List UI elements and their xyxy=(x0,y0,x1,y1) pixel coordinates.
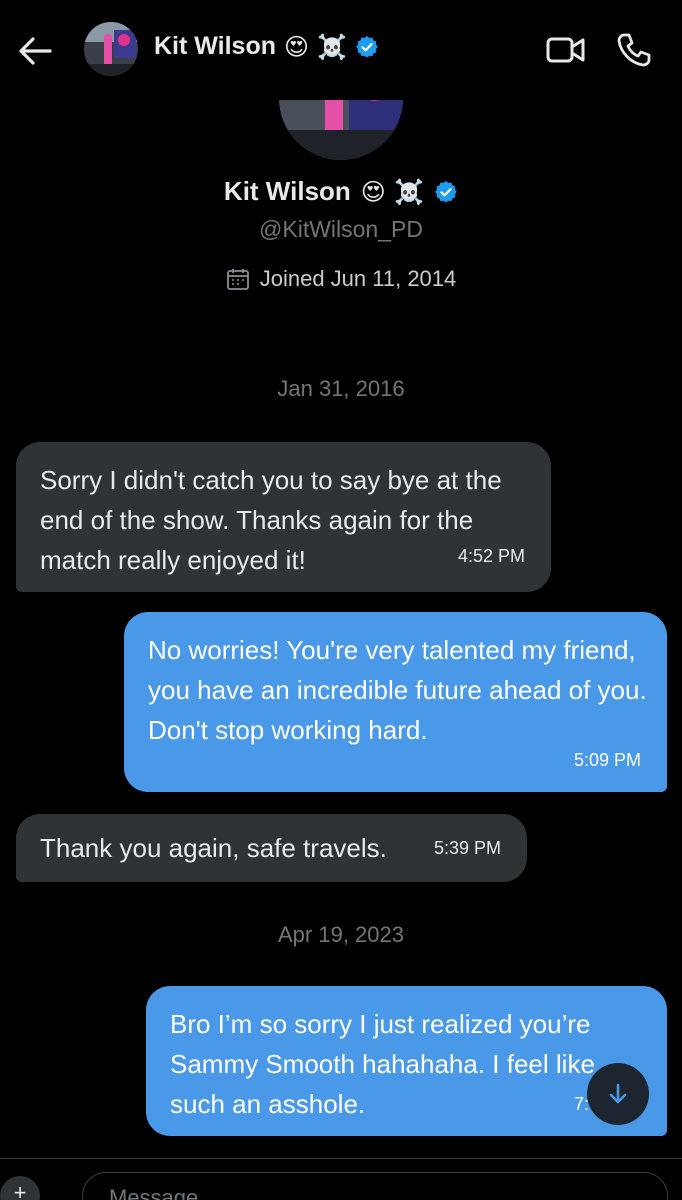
message-time: 5:39 PM xyxy=(433,838,501,858)
add-attachment-button[interactable]: + xyxy=(0,1176,40,1200)
message-text: Sorry I didn't catch you to say bye at t… xyxy=(40,465,502,575)
back-button[interactable] xyxy=(14,30,56,72)
profile-name[interactable]: Kit Wilson 😍 ☠️ xyxy=(0,176,682,207)
video-camera-icon xyxy=(546,37,585,63)
message-bubble-received[interactable]: Sorry I didn't catch you to say bye at t… xyxy=(16,442,551,592)
conversation-header: Kit Wilson 😍 ☠️ xyxy=(0,0,682,100)
scroll-to-bottom-button[interactable] xyxy=(587,1063,649,1125)
voice-call-button[interactable] xyxy=(616,32,652,73)
date-separator: Jan 31, 2016 xyxy=(277,376,405,401)
back-arrow-icon xyxy=(19,37,52,65)
header-contact-name[interactable]: Kit Wilson 😍 ☠️ xyxy=(154,32,379,61)
profile-joined: Joined Jun 11, 2014 xyxy=(0,266,682,292)
calendar-icon xyxy=(226,269,249,290)
message-bubble-received[interactable]: Thank you again, safe travels. 5:39 PM xyxy=(16,814,527,882)
verified-badge-icon xyxy=(356,35,379,58)
header-name-text: Kit Wilson xyxy=(154,32,276,60)
message-time: 4:52 PM xyxy=(457,546,525,566)
phone-icon xyxy=(617,33,651,67)
header-avatar[interactable] xyxy=(84,22,138,76)
video-call-button[interactable] xyxy=(546,34,586,71)
profile-name-text: Kit Wilson xyxy=(223,176,351,206)
message-time: 5:09 PM xyxy=(573,750,641,770)
header-emoji: 😍 ☠️ xyxy=(284,32,348,61)
profile-emoji: 😍 ☠️ xyxy=(360,177,425,206)
message-input[interactable]: Message xyxy=(82,1172,668,1200)
message-bubble-sent[interactable]: No worries! You're very talented my frie… xyxy=(124,612,667,792)
message-text: No worries! You're very talented my frie… xyxy=(148,635,647,745)
joined-text: Joined Jun 11, 2014 xyxy=(259,266,457,291)
message-composer: + Message xyxy=(0,1158,682,1200)
message-bubble-sent[interactable]: Bro I’m so sorry I just realized you’re … xyxy=(146,986,667,1136)
date-separator: Apr 19, 2023 xyxy=(278,922,404,947)
arrow-down-icon xyxy=(609,1083,627,1104)
plus-icon: + xyxy=(13,1180,27,1200)
composer-divider xyxy=(0,1158,682,1159)
profile-handle[interactable]: @KitWilson_PD xyxy=(0,216,682,243)
verified-badge-icon xyxy=(435,180,457,203)
